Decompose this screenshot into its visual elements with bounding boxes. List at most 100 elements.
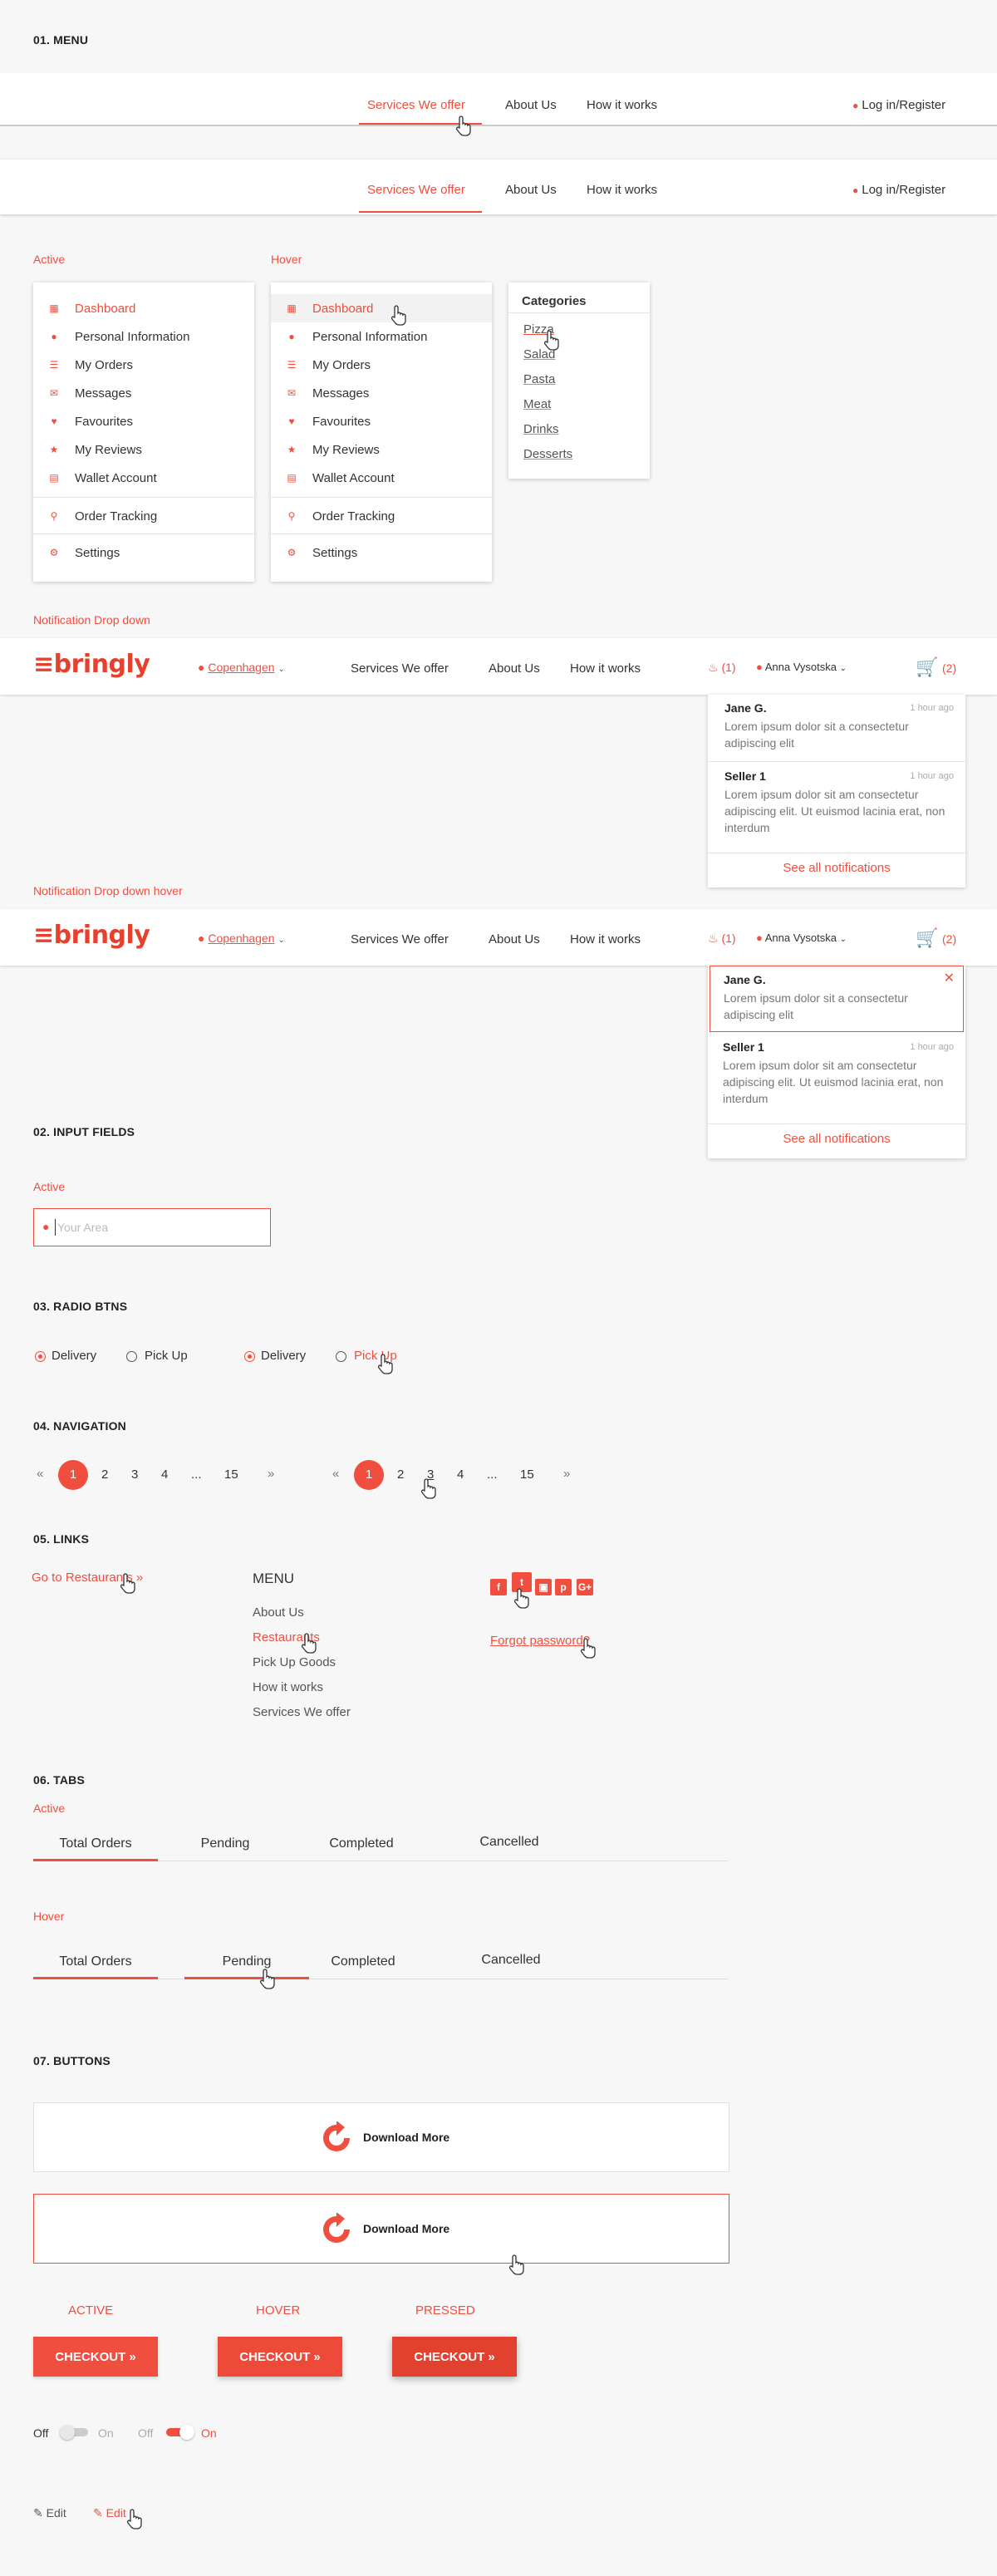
notification-item-hover[interactable]: Jane G. ✕ Lorem ipsum dolor sit a consec… bbox=[710, 966, 964, 1032]
menu-item-messages[interactable]: ✉ Messages bbox=[33, 379, 254, 407]
menu-item-tracking[interactable]: ⚲ Order Tracking bbox=[271, 502, 492, 530]
pagination-next[interactable]: » bbox=[563, 1467, 570, 1481]
pagination-page[interactable]: 2 bbox=[397, 1467, 404, 1482]
tab-pending-hover[interactable]: Pending bbox=[184, 1954, 309, 1969]
menu-item-wallet[interactable]: ▤ Wallet Account bbox=[271, 464, 492, 492]
download-more-button[interactable]: Download More bbox=[33, 2102, 729, 2172]
pagination-page[interactable]: 15 bbox=[520, 1467, 534, 1482]
menu-item-dashboard[interactable]: ▦ Dashboard bbox=[33, 294, 254, 322]
tab-pending[interactable]: Pending bbox=[163, 1836, 287, 1851]
footer-link-about[interactable]: About Us bbox=[253, 1605, 304, 1620]
menu-divider bbox=[33, 497, 254, 498]
pagination-page[interactable]: 4 bbox=[457, 1467, 464, 1482]
notification-bell[interactable]: ♨ (1) bbox=[708, 661, 736, 675]
nav-login[interactable]: ● Log in/Register bbox=[852, 183, 945, 197]
instagram-icon[interactable]: ▣ bbox=[535, 1579, 552, 1595]
pagination-hover: « 1 2 3 4 ... 15 » bbox=[329, 1460, 603, 1490]
nav-services[interactable]: Services We offer bbox=[351, 661, 449, 676]
tab-total-orders[interactable]: Total Orders bbox=[33, 1954, 158, 1969]
footer-link-pickup[interactable]: Pick Up Goods bbox=[253, 1655, 336, 1669]
pagination-page[interactable]: 3 bbox=[131, 1467, 138, 1482]
radio-delivery-label: Delivery bbox=[52, 1349, 97, 1363]
menu-item-dashboard[interactable]: ▦ Dashboard bbox=[271, 294, 492, 322]
notification-item[interactable]: Seller 1 1 hour ago Lorem ipsum dolor si… bbox=[708, 1032, 965, 1123]
see-all-notifications-link[interactable]: See all notifications bbox=[708, 861, 965, 875]
footer-link-services[interactable]: Services We offer bbox=[253, 1705, 351, 1719]
pagination-page[interactable]: 1 bbox=[354, 1460, 384, 1490]
category-desserts[interactable]: Desserts bbox=[523, 447, 572, 461]
download-more-button-hover[interactable]: Download More bbox=[33, 2194, 729, 2264]
footer-link-how[interactable]: How it works bbox=[253, 1680, 323, 1694]
nav-about[interactable]: About Us bbox=[505, 183, 557, 197]
nav-about[interactable]: About Us bbox=[489, 932, 540, 946]
tab-total-orders[interactable]: Total Orders bbox=[33, 1836, 158, 1851]
menu-item-messages[interactable]: ✉ Messages bbox=[271, 379, 492, 407]
toggle-switch-off[interactable] bbox=[60, 2425, 90, 2440]
radio-delivery[interactable] bbox=[35, 1351, 46, 1362]
cart-icon[interactable]: 🛒 bbox=[916, 656, 938, 678]
close-icon[interactable]: ✕ bbox=[944, 970, 955, 986]
checkout-button-hover[interactable]: CHECKOUT » bbox=[218, 2337, 342, 2377]
pagination-next[interactable]: » bbox=[268, 1467, 274, 1481]
menu-item-orders[interactable]: ☰ My Orders bbox=[33, 351, 254, 379]
radio-delivery[interactable] bbox=[244, 1351, 255, 1362]
user-dropdown[interactable]: ● Anna Vysotska ⌄ bbox=[756, 661, 847, 673]
tab-cancelled[interactable]: Cancelled bbox=[449, 1953, 573, 1968]
nav-services[interactable]: Services We offer bbox=[351, 932, 449, 946]
nav-about[interactable]: About Us bbox=[489, 661, 540, 676]
nav-services[interactable]: Services We offer bbox=[367, 183, 465, 197]
logo[interactable]: ≡bringly bbox=[33, 650, 150, 679]
pagination-page[interactable]: 15 bbox=[224, 1467, 238, 1482]
menu-item-reviews[interactable]: ★ My Reviews bbox=[271, 435, 492, 464]
radio-pickup-hover[interactable] bbox=[336, 1351, 346, 1362]
tab-completed[interactable]: Completed bbox=[301, 1954, 425, 1969]
area-input[interactable]: ● Your Area bbox=[33, 1208, 271, 1246]
facebook-icon[interactable]: f bbox=[490, 1579, 507, 1595]
city-selector[interactable]: ● Copenhagen ⌄ bbox=[198, 661, 285, 674]
logo[interactable]: ≡bringly bbox=[33, 921, 150, 950]
nav-how[interactable]: How it works bbox=[570, 932, 641, 946]
pagination-page[interactable]: 1 bbox=[58, 1460, 88, 1490]
google-plus-icon[interactable]: G+ bbox=[577, 1579, 593, 1595]
menu-item-tracking[interactable]: ⚲ Order Tracking bbox=[33, 502, 254, 530]
toggle-switch-on[interactable] bbox=[165, 2425, 194, 2440]
edit-button[interactable]: ✎ Edit bbox=[33, 2506, 66, 2520]
pagination-page[interactable]: 2 bbox=[101, 1467, 108, 1482]
menu-item-personal-info[interactable]: ● Personal Information bbox=[33, 322, 254, 351]
see-all-notifications-link[interactable]: See all notifications bbox=[708, 1132, 965, 1146]
notification-item[interactable]: Seller 1 1 hour ago Lorem ipsum dolor si… bbox=[708, 761, 965, 853]
menu-item-reviews[interactable]: ★ My Reviews bbox=[33, 435, 254, 464]
menu-item-orders[interactable]: ☰ My Orders bbox=[271, 351, 492, 379]
city-selector[interactable]: ● Copenhagen ⌄ bbox=[198, 932, 285, 945]
nav-services[interactable]: Services We offer bbox=[367, 98, 465, 112]
checkout-button-pressed[interactable]: CHECKOUT » bbox=[392, 2337, 517, 2377]
menu-item-favourites[interactable]: ♥ Favourites bbox=[33, 407, 254, 435]
edit-button-hover[interactable]: ✎ Edit bbox=[93, 2506, 126, 2520]
pagination-prev[interactable]: « bbox=[332, 1467, 339, 1481]
nav-login[interactable]: ● Log in/Register bbox=[852, 98, 945, 112]
menu-item-favourites[interactable]: ♥ Favourites bbox=[271, 407, 492, 435]
category-drinks[interactable]: Drinks bbox=[523, 422, 559, 436]
menu-item-wallet[interactable]: ▤ Wallet Account bbox=[33, 464, 254, 492]
cart-icon[interactable]: 🛒 bbox=[916, 927, 938, 949]
user-dropdown[interactable]: ● Anna Vysotska ⌄ bbox=[756, 932, 847, 944]
nav-how[interactable]: How it works bbox=[570, 661, 641, 676]
checkout-button[interactable]: CHECKOUT » bbox=[33, 2337, 158, 2377]
radio-pickup[interactable] bbox=[126, 1351, 137, 1362]
menu-item-personal-info[interactable]: ● Personal Information bbox=[271, 322, 492, 351]
notification-item[interactable]: Jane G. 1 hour ago Lorem ipsum dolor sit… bbox=[708, 695, 965, 761]
pagination-prev[interactable]: « bbox=[37, 1467, 43, 1481]
notification-bell[interactable]: ♨ (1) bbox=[708, 932, 736, 946]
category-meat[interactable]: Meat bbox=[523, 397, 551, 411]
menu-item-settings[interactable]: ⚙ Settings bbox=[271, 538, 492, 567]
tab-completed[interactable]: Completed bbox=[299, 1836, 424, 1851]
tab-cancelled[interactable]: Cancelled bbox=[447, 1835, 572, 1850]
pagination-page[interactable]: 4 bbox=[161, 1467, 168, 1482]
nav-how[interactable]: How it works bbox=[587, 183, 657, 197]
forgot-password-link[interactable]: Forgot password? bbox=[490, 1634, 590, 1648]
nav-how[interactable]: How it works bbox=[587, 98, 657, 112]
pinterest-icon[interactable]: p bbox=[555, 1579, 572, 1595]
menu-item-settings[interactable]: ⚙ Settings bbox=[33, 538, 254, 567]
category-pasta[interactable]: Pasta bbox=[523, 372, 555, 386]
nav-about[interactable]: About Us bbox=[505, 98, 557, 112]
